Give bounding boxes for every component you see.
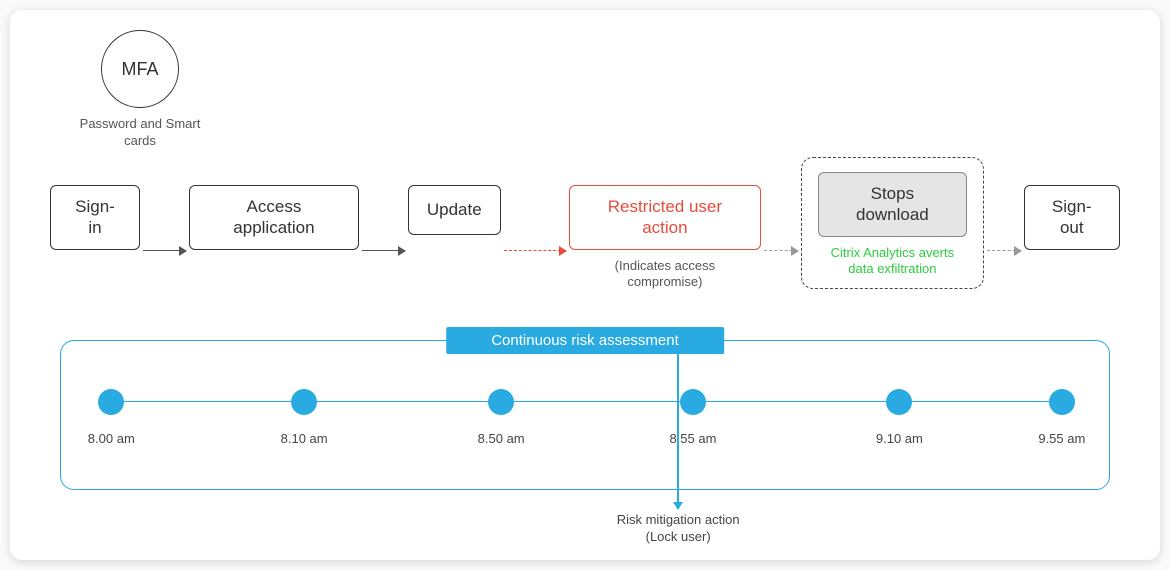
arrow-1 <box>143 250 186 252</box>
timeline-point-0 <box>98 389 124 415</box>
timeline-label-4: 9.10 am <box>876 431 923 446</box>
arrow-5 <box>987 250 1020 252</box>
arrow-4 <box>764 250 797 252</box>
timeline-label-2: 8.50 am <box>478 431 525 446</box>
flow-row: Sign-in Access application Update Restri… <box>50 185 1120 291</box>
node-stops-label: Stops download <box>837 183 949 226</box>
node-access: Access application <box>189 185 359 250</box>
node-signin: Sign-in <box>50 185 140 250</box>
node-signin-label: Sign-in <box>69 196 121 239</box>
arrow-3 <box>504 250 566 252</box>
stops-subtitle: Citrix Analytics averts data exfiltratio… <box>818 245 968 279</box>
flow-access: Access application <box>189 185 359 250</box>
timeline-point-1 <box>291 389 317 415</box>
node-signout: Sign-out <box>1024 185 1120 250</box>
timeline-label-0: 8.00 am <box>88 431 135 446</box>
mfa-section: MFA Password and Smart cards <box>70 30 210 150</box>
arrow-2 <box>362 250 405 252</box>
flow-stops-wrapper: Stops download Citrix Analytics averts d… <box>801 185 985 289</box>
risk-label-line1: Risk mitigation action <box>617 512 740 527</box>
flow-restricted: Restricted user action (Indicates access… <box>569 185 762 291</box>
mfa-circle: MFA <box>101 30 179 108</box>
node-restricted-label: Restricted user action <box>588 196 743 239</box>
risk-mitigation-arrow <box>677 354 679 509</box>
timeline-title: Continuous risk assessment <box>446 327 724 354</box>
node-restricted: Restricted user action <box>569 185 762 250</box>
flow-update: Update <box>408 185 501 235</box>
risk-label-line2: (Lock user) <box>646 529 711 544</box>
mfa-title: MFA <box>121 59 158 80</box>
stops-dashed-container: Stops download Citrix Analytics averts d… <box>801 157 985 289</box>
diagram-container: MFA Password and Smart cards Sign-in Acc… <box>10 10 1160 560</box>
risk-mitigation-label: Risk mitigation action (Lock user) <box>588 512 768 546</box>
timeline-section: Continuous risk assessment 8.00 am8.10 a… <box>60 340 1110 490</box>
node-signout-label: Sign-out <box>1043 196 1101 239</box>
timeline-point-3 <box>680 389 706 415</box>
node-stops: Stops download <box>818 172 968 237</box>
restricted-subtitle: (Indicates access compromise) <box>590 258 740 292</box>
timeline-point-2 <box>488 389 514 415</box>
node-access-label: Access application <box>208 196 340 239</box>
timeline-point-5 <box>1049 389 1075 415</box>
timeline-label-5: 9.55 am <box>1038 431 1085 446</box>
timeline-track <box>106 401 1064 402</box>
flow-signout: Sign-out <box>1024 185 1120 250</box>
timeline-label-1: 8.10 am <box>281 431 328 446</box>
flow-signin: Sign-in <box>50 185 140 250</box>
node-update-label: Update <box>427 199 482 220</box>
node-update: Update <box>408 185 501 235</box>
mfa-subtitle: Password and Smart cards <box>70 116 210 150</box>
timeline-point-4 <box>886 389 912 415</box>
